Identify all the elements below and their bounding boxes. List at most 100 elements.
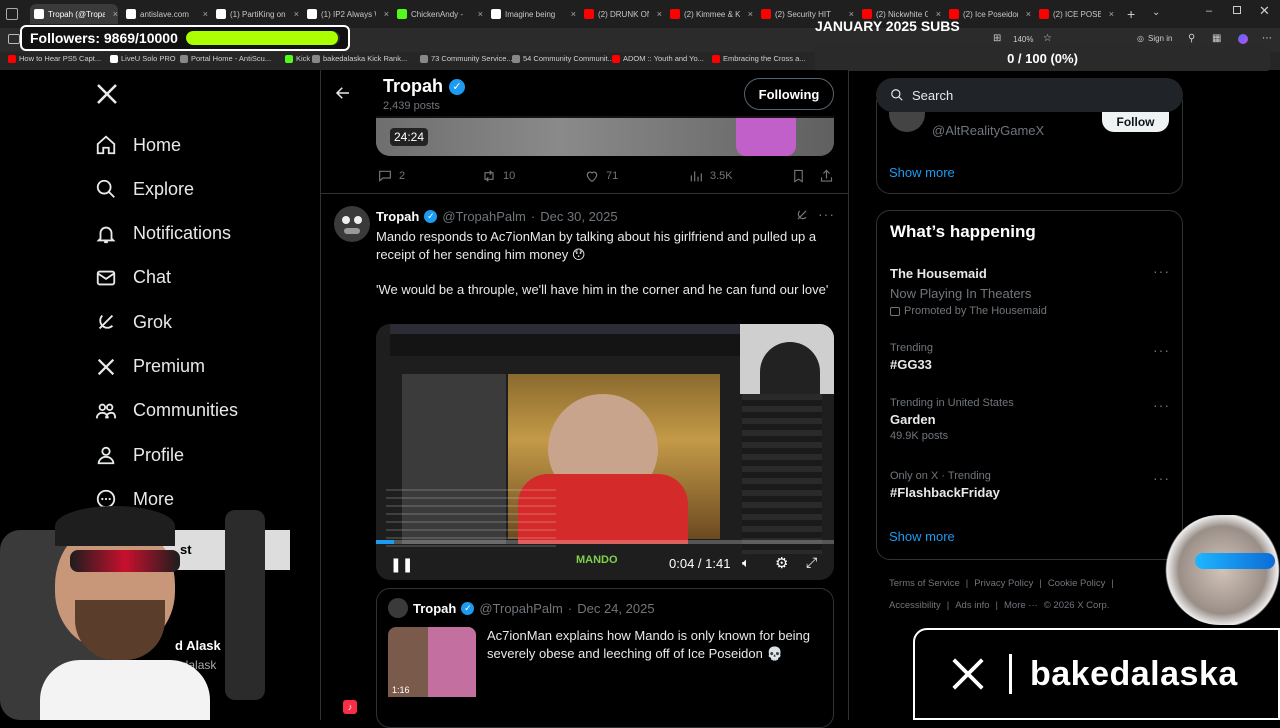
star-icon[interactable]: ☆ [1043,33,1052,44]
nav-item-communities[interactable]: Communities [95,391,238,431]
prev-reply-button[interactable]: 2 [377,168,405,184]
prev-video-thumbnail[interactable]: 24:24 [376,116,834,156]
trend-more-icon[interactable]: ··· [1153,342,1170,358]
tab-close-icon[interactable]: × [109,9,118,19]
footer-separator: | [995,600,999,611]
share-icon[interactable] [819,168,834,189]
tweet-author-handle[interactable]: @TropahPalm [442,209,526,224]
tweet-more-icon[interactable]: ··· [818,206,835,222]
nav-item-chat[interactable]: Chat [95,258,171,298]
prev-views-button[interactable]: 3.5K [688,168,733,184]
nav-item-grok[interactable]: Grok [95,302,172,342]
settings-gear-icon[interactable]: ⚙ [775,554,788,572]
footer-link-ads[interactable]: Ads info [955,600,989,611]
quoted-video-thumbnail[interactable]: 1:16 [388,627,476,697]
bookmark-favicon-icon [8,54,16,63]
prev-like-button[interactable]: 71 [584,168,618,184]
tab-close-icon[interactable]: × [199,9,208,19]
browser-tab[interactable]: Tropah (@Tropa × [30,4,118,24]
bookmark-item[interactable]: Portal Home - AntiScu... [180,54,271,63]
tab-close-icon[interactable]: × [290,9,299,19]
trend-more-icon[interactable]: ··· [1153,470,1170,486]
tab-close-icon[interactable]: × [744,9,753,19]
bookmark-icon[interactable] [791,168,806,189]
trend-item[interactable]: Trending #GG33 [890,342,933,372]
video-progress-track[interactable] [376,540,834,544]
suggest-handle[interactable]: @AltRealityGameX [932,123,1044,138]
prev-retweet-button[interactable]: 10 [481,168,515,184]
nav-item-home[interactable]: Home [95,125,181,165]
tab-favicon-icon [34,9,44,19]
browser-tab[interactable]: (1) PartiKing on × [212,4,299,24]
bookmark-item[interactable]: 73 Community Service... [420,54,513,63]
trend-item-promoted[interactable]: The Housemaid Now Playing In Theaters Pr… [890,266,1170,317]
bookmark-item[interactable]: Embracing the Cross a... [712,54,806,63]
tab-overview-icon[interactable] [6,8,18,20]
bookmark-item[interactable]: How to Hear PS5 Capt... [8,54,101,63]
footer-link-more[interactable]: More ··· [1004,600,1038,611]
tweet-date[interactable]: Dec 30, 2025 [540,209,617,224]
show-more-link-2[interactable]: Show more [889,529,955,544]
signin-button[interactable]: ◎ Sign in [1137,34,1172,43]
bookmark-item[interactable]: 54 Community Communit... [512,54,614,63]
browser-tab[interactable]: (2) Kimmee & K × [666,4,753,24]
trend-more-icon[interactable]: ··· [1153,263,1170,279]
browser-tab[interactable]: antislave.com × [122,4,208,24]
tab-close-icon[interactable]: × [1105,9,1114,19]
tweet-video-player[interactable]: MANDO ❚❚ 0:04 / 1:41 🔈︎ ⚙ ⤢ [376,324,834,580]
zoom-level[interactable]: 140% [1013,35,1033,44]
browser-tab[interactable]: (1) IP2 Always W × [303,4,389,24]
extensions-icon[interactable]: ⚲ [1188,33,1195,44]
sidebar-toggle-icon[interactable] [8,34,20,44]
copilot-icon[interactable] [1238,34,1248,44]
bookmark-item[interactable]: LiveU Solo PRO [110,54,176,63]
music-app-icon[interactable]: ♪ [343,700,357,714]
footer-link-terms[interactable]: Terms of Service [889,578,960,589]
bookmark-item[interactable]: ADOM :: Youth and Yo... [612,54,704,63]
browser-tab[interactable]: (2) DRUNK ONL × [580,4,662,24]
trend-item[interactable]: Trending in United States Garden 49.9K p… [890,397,1014,442]
tab-close-icon[interactable]: × [653,9,662,19]
avatar[interactable] [334,206,370,242]
browser-tab[interactable]: ChickenAndy - × [393,4,483,24]
install-icon[interactable]: ⊞ [993,33,1001,44]
show-more-link[interactable]: Show more [889,165,955,180]
tab-close-icon[interactable]: × [474,9,483,19]
collections-icon[interactable]: ▦ [1212,33,1221,44]
trend-item[interactable]: Only on X · Trending #FlashbackFriday [890,470,1000,500]
close-window-icon[interactable]: ✕ [1259,3,1270,19]
tweet-author-name[interactable]: Tropah [376,209,419,224]
bookmark-label: LiveU Solo PRO [121,54,176,63]
trend-more-icon[interactable]: ··· [1153,397,1170,413]
back-arrow-icon[interactable] [334,84,352,107]
browser-tab[interactable]: (2) ICE POSEIDO × [1035,4,1114,24]
menu-icon[interactable]: ⋯ [1262,33,1272,44]
volume-icon[interactable]: 🔈︎ [742,555,750,571]
fullscreen-icon[interactable]: ⤢ [806,554,817,571]
tab-list-chevron-icon[interactable]: ⌄ [1152,7,1160,18]
footer-link-cookie[interactable]: Cookie Policy [1048,578,1106,589]
tab-close-icon[interactable]: × [380,9,389,19]
minimize-icon[interactable]: – [1206,5,1212,17]
maximize-icon[interactable] [1233,6,1241,14]
quoted-avatar[interactable] [388,598,408,618]
nav-item-profile[interactable]: Profile [95,435,184,475]
nav-item-notifications[interactable]: Notifications [95,214,231,254]
pause-icon[interactable]: ❚❚ [390,556,413,573]
browser-tab[interactable]: Imagine being × [487,4,576,24]
trend-title: Garden [890,412,936,427]
tab-close-icon[interactable]: × [567,9,576,19]
nav-item-explore[interactable]: Explore [95,169,194,209]
footer-link-accessibility[interactable]: Accessibility [889,600,941,611]
grok-icon[interactable] [795,208,809,227]
new-tab-icon[interactable]: + [1127,6,1135,22]
bookmark-item[interactable]: Kick [285,54,310,63]
nav-item-premium[interactable]: Premium [95,347,205,387]
bookmark-item[interactable]: bakedalaska Kick Rank... [312,54,407,63]
x-logo-icon[interactable] [95,82,119,111]
following-button[interactable]: Following [744,78,834,110]
footer-link-privacy[interactable]: Privacy Policy [974,578,1033,589]
tab-close-icon[interactable]: × [1022,9,1031,19]
views-icon [690,171,702,182]
follow-button[interactable]: Follow [1102,112,1169,132]
